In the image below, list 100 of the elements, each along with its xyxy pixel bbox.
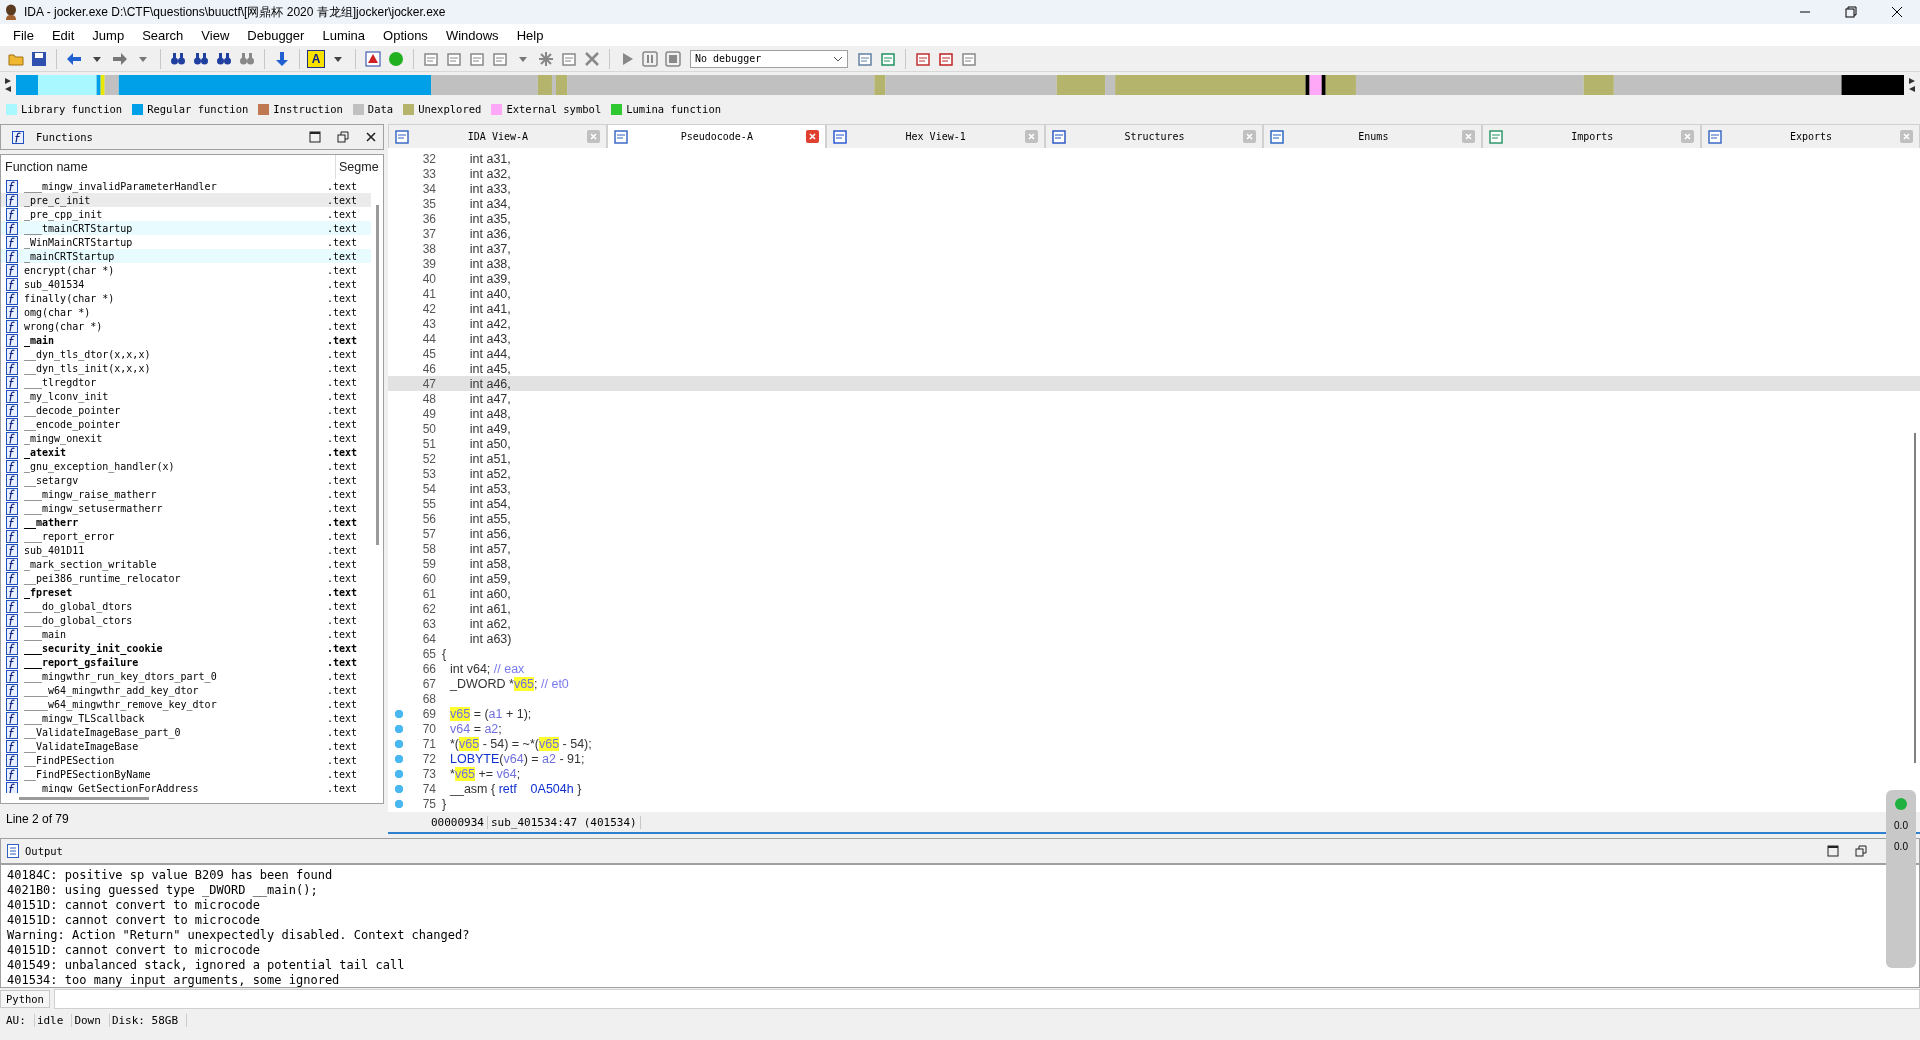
function-row[interactable]: wrong(char *) .text bbox=[1, 319, 371, 333]
function-row[interactable]: _WinMainCRTStartup .text bbox=[1, 235, 371, 249]
maximize-icon[interactable] bbox=[309, 131, 321, 143]
function-row[interactable]: _mainCRTStartup .text bbox=[1, 249, 371, 263]
function-row[interactable]: __FindPESection .text bbox=[1, 753, 371, 767]
function-row[interactable]: sub_401534 .text bbox=[1, 277, 371, 291]
navigation-band-drawing[interactable] bbox=[16, 75, 1904, 95]
menu-item[interactable]: Edit bbox=[42, 25, 84, 45]
binoculars-icon[interactable] bbox=[216, 50, 232, 67]
function-row[interactable]: __setargv .text bbox=[1, 473, 371, 487]
save-icon[interactable] bbox=[31, 50, 47, 67]
menu-item[interactable]: Jump bbox=[83, 25, 134, 45]
asterisk-icon[interactable] bbox=[538, 50, 554, 67]
tab[interactable]: Hex View-1 bbox=[825, 124, 1045, 148]
function-row[interactable]: __dyn_tls_dtor(x,x,x) .text bbox=[1, 347, 371, 361]
function-row[interactable]: _atexit .text bbox=[1, 445, 371, 459]
command-input[interactable] bbox=[53, 989, 1920, 1009]
pause-icon[interactable] bbox=[642, 50, 658, 67]
function-row[interactable]: ___main .text bbox=[1, 627, 371, 641]
function-row[interactable]: ____w64_mingwthr_add_key_dtor .text bbox=[1, 683, 371, 697]
function-row[interactable]: ____w64_mingwthr_remove_key_dtor .text bbox=[1, 697, 371, 711]
font-button[interactable]: A bbox=[307, 49, 325, 68]
maximize-icon[interactable] bbox=[1827, 845, 1839, 857]
menu-item[interactable]: View bbox=[192, 25, 239, 45]
binoculars-icon[interactable] bbox=[193, 50, 209, 67]
function-row[interactable]: ___security_init_cookie .text bbox=[1, 641, 371, 655]
function-row[interactable]: _mark_section_writable .text bbox=[1, 557, 371, 571]
tab[interactable]: Exports bbox=[1701, 124, 1920, 148]
function-row[interactable]: _mingw_onexit .text bbox=[1, 431, 371, 445]
function-row[interactable]: _fpreset .text bbox=[1, 585, 371, 599]
scrollbar[interactable] bbox=[19, 796, 149, 800]
tab[interactable]: Imports bbox=[1482, 124, 1702, 148]
float-window-icon[interactable] bbox=[1855, 845, 1867, 857]
add-breakpoint-icon[interactable] bbox=[938, 50, 954, 67]
down-arrow-icon[interactable] bbox=[274, 50, 290, 67]
function-row[interactable]: __encode_pointer .text bbox=[1, 417, 371, 431]
data-icon[interactable] bbox=[446, 50, 462, 67]
column-header[interactable]: Segme bbox=[335, 155, 383, 179]
scrollbar[interactable] bbox=[1914, 433, 1916, 763]
function-row[interactable]: __dyn_tls_init(x,x,x) .text bbox=[1, 361, 371, 375]
tab[interactable]: Structures bbox=[1044, 124, 1264, 148]
function-row[interactable]: ___do_global_dtors .text bbox=[1, 599, 371, 613]
function-row[interactable]: ___report_gsfailure .text bbox=[1, 655, 371, 669]
function-row[interactable]: finally(char *) .text bbox=[1, 291, 371, 305]
menu-item[interactable]: Options bbox=[374, 25, 437, 45]
function-row[interactable]: ___mingw_setusermatherr .text bbox=[1, 501, 371, 515]
menu-item[interactable]: Debugger bbox=[238, 25, 314, 45]
scroll-arrows-icon[interactable] bbox=[4, 76, 12, 94]
function-row[interactable]: ___tlregdtor .text bbox=[1, 375, 371, 389]
function-row[interactable]: _main .text bbox=[1, 333, 371, 347]
float-window-icon[interactable] bbox=[337, 131, 349, 143]
function-row[interactable]: _pre_cpp_init .text bbox=[1, 207, 371, 221]
scroll-arrows-icon[interactable] bbox=[1908, 76, 1916, 94]
python-button[interactable]: Python bbox=[0, 990, 50, 1008]
debugger-dropdown[interactable]: No debugger bbox=[690, 49, 848, 68]
align-icon[interactable] bbox=[469, 50, 485, 67]
attach-icon[interactable] bbox=[857, 50, 873, 67]
function-row[interactable]: ___mingwthr_run_key_dtors_part_0 .text bbox=[1, 669, 371, 683]
function-row[interactable]: _pre_c_init .text bbox=[1, 193, 371, 207]
string-icon[interactable] bbox=[492, 50, 508, 67]
circle-icon[interactable] bbox=[388, 50, 404, 67]
function-row[interactable]: ___report_error .text bbox=[1, 529, 371, 543]
remove-breakpoint-icon[interactable] bbox=[961, 50, 977, 67]
function-row[interactable]: ___mingw_invalidParameterHandler .text bbox=[1, 179, 371, 193]
function-row[interactable]: _my_lconv_init .text bbox=[1, 389, 371, 403]
warning-icon[interactable] bbox=[365, 50, 381, 67]
menu-item[interactable]: Lumina bbox=[313, 25, 375, 45]
function-row[interactable]: __matherr .text bbox=[1, 515, 371, 529]
stop-icon[interactable] bbox=[665, 50, 681, 67]
menu-item[interactable]: Search bbox=[133, 25, 193, 45]
tab[interactable]: Pseudocode-A bbox=[606, 124, 826, 148]
function-row[interactable]: ___tmainCRTStartup .text bbox=[1, 221, 371, 235]
forward-arrow-icon[interactable] bbox=[112, 50, 128, 67]
function-row[interactable]: ___do_global_ctors .text bbox=[1, 613, 371, 627]
function-row[interactable]: _gnu_exception_handler(x) .text bbox=[1, 459, 371, 473]
edit-icon[interactable] bbox=[561, 50, 577, 67]
report-icon[interactable] bbox=[915, 50, 931, 67]
tab[interactable]: IDA View-A bbox=[388, 124, 607, 148]
scrollbar[interactable] bbox=[376, 205, 379, 545]
function-row[interactable]: sub_401D11 .text bbox=[1, 543, 371, 557]
close-icon[interactable] bbox=[365, 131, 377, 143]
function-row[interactable]: __ValidateImageBase .text bbox=[1, 739, 371, 753]
menu-item[interactable]: Help bbox=[507, 25, 553, 45]
menu-item[interactable]: Windows bbox=[436, 25, 508, 45]
column-header[interactable]: Function name bbox=[1, 160, 335, 174]
function-row[interactable]: __FindPESectionByName .text bbox=[1, 767, 371, 781]
tab[interactable]: Enums bbox=[1263, 124, 1483, 148]
menu-item[interactable]: File bbox=[4, 25, 43, 45]
function-row[interactable]: ___mingw_GetSectionForAddress .text bbox=[1, 781, 371, 793]
process-icon[interactable] bbox=[880, 50, 896, 67]
function-row[interactable]: omg(char *) .text bbox=[1, 305, 371, 319]
function-row[interactable]: __pei386_runtime_relocator .text bbox=[1, 571, 371, 585]
code-icon[interactable] bbox=[423, 50, 439, 67]
function-row[interactable]: encrypt(char *) .text bbox=[1, 263, 371, 277]
function-row[interactable]: ___mingw_TLScallback .text bbox=[1, 711, 371, 725]
delete-icon[interactable] bbox=[584, 50, 600, 67]
function-row[interactable]: __ValidateImageBase_part_0 .text bbox=[1, 725, 371, 739]
function-row[interactable]: ___mingw_raise_matherr .text bbox=[1, 487, 371, 501]
function-row[interactable]: __decode_pointer .text bbox=[1, 403, 371, 417]
binoculars-icon[interactable] bbox=[170, 50, 186, 67]
